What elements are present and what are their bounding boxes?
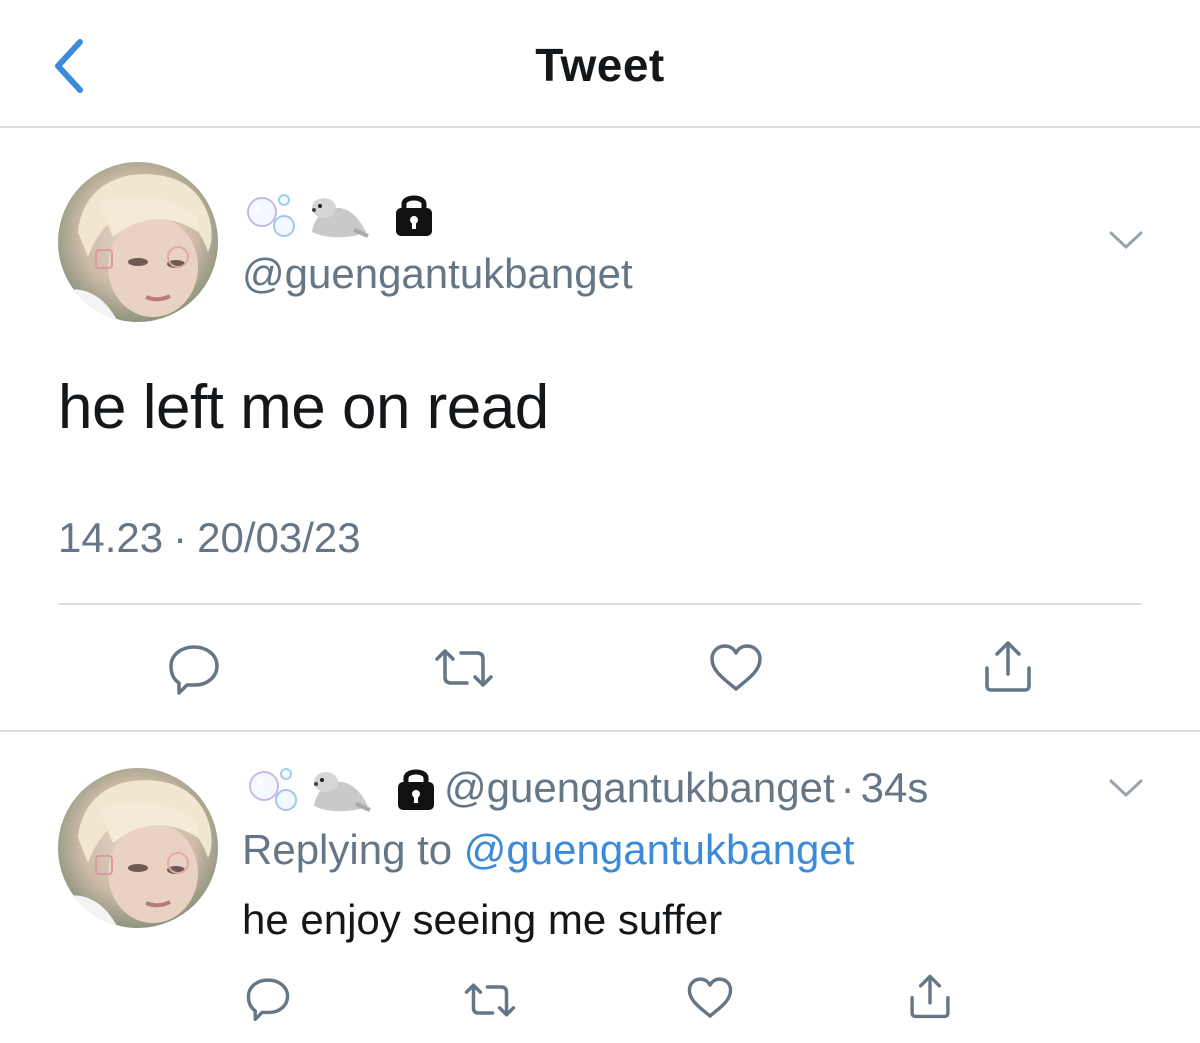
lock-icon (396, 195, 432, 236)
share-icon (985, 641, 1031, 692)
lock-icon (398, 769, 434, 810)
chevron-down-icon (1109, 231, 1143, 249)
avatar[interactable] (58, 162, 218, 322)
reply-avatar[interactable] (58, 768, 218, 928)
section-divider (0, 730, 1200, 732)
tweet-timestamp: 14.23 · 20/03/23 (58, 514, 361, 562)
reply-display-name-emojis (244, 760, 438, 816)
reply-text: he enjoy seeing me suffer (242, 896, 723, 943)
chevron-down-icon (1109, 779, 1143, 797)
bubbles-icon (247, 194, 295, 237)
replying-to: Replying to @guengantukbanget (242, 826, 854, 874)
retweet-button[interactable] (428, 638, 500, 698)
share-icon (910, 974, 950, 1019)
reply-like-button[interactable] (678, 970, 742, 1026)
retweet-icon (464, 983, 516, 1017)
reply-options-button[interactable] (1108, 776, 1144, 805)
reply-share-button[interactable] (898, 968, 962, 1024)
author-handle[interactable]: @guengantukbanget (242, 250, 633, 298)
tweet-text: he left me on read (58, 373, 549, 442)
replying-prefix: Replying to (242, 826, 453, 873)
retweet-icon (435, 649, 493, 687)
heart-icon (710, 644, 762, 691)
reply-reply-button[interactable] (236, 970, 300, 1026)
display-name-emojis (242, 186, 436, 242)
bubbles-icon (249, 768, 297, 811)
page-title: Tweet (535, 39, 665, 91)
like-button[interactable] (700, 638, 772, 698)
reply-icon (246, 978, 290, 1021)
reply-author-handle[interactable]: @guengantukbanget (444, 764, 835, 811)
tweet-time: 14.23 (58, 514, 164, 561)
tweet-date: 20/03/23 (197, 514, 361, 561)
tweet-options-button[interactable] (1108, 228, 1144, 257)
reply-button[interactable] (158, 638, 230, 698)
reply-retweet-button[interactable] (458, 972, 522, 1028)
separator-dot: · (840, 764, 855, 811)
reply-age: 34s (860, 764, 929, 811)
heart-icon (687, 977, 733, 1018)
seal-icon (314, 772, 371, 812)
navigation-bar: Tweet (0, 0, 1200, 128)
reply-icon (169, 645, 219, 695)
replying-handle-link[interactable]: @guengantukbanget (464, 826, 855, 873)
reply-meta: @guengantukbanget · 34s (444, 764, 928, 812)
separator-dot: · (173, 514, 188, 561)
share-button[interactable] (972, 636, 1044, 696)
divider (58, 603, 1142, 605)
seal-icon (312, 198, 369, 238)
